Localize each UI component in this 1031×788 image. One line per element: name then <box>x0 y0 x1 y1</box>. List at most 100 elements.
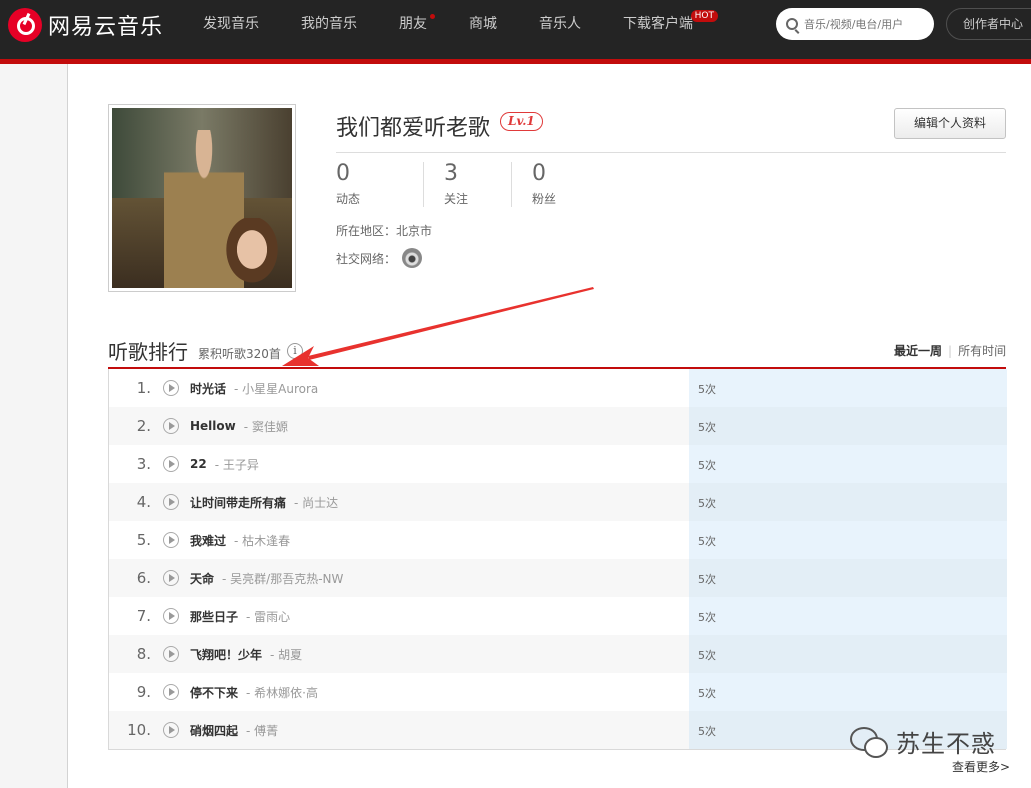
annotation-arrow-shaft <box>308 287 594 360</box>
song-title[interactable]: 天命 <box>190 570 214 587</box>
play-icon[interactable] <box>163 380 179 396</box>
song-artist[interactable]: - 希林娜依·高 <box>246 684 318 701</box>
play-count: 5次 <box>698 573 716 586</box>
nav-item-store[interactable]: 商城 <box>448 0 518 50</box>
social-label: 社交网络： <box>336 251 397 266</box>
watermark: 苏生不惑 <box>848 724 996 759</box>
song-title[interactable]: 那些日子 <box>190 608 238 625</box>
tab-separator: | <box>948 344 953 358</box>
nav-item-download-label: 下载客户端 <box>623 16 693 32</box>
play-icon[interactable] <box>163 418 179 434</box>
play-count-bar <box>689 597 1007 635</box>
table-row[interactable]: 1. 时光话 - 小星星Aurora 5次 <box>109 369 1007 407</box>
tab-last-week[interactable]: 最近一周 <box>894 344 942 358</box>
table-row[interactable]: 8. 飞翔吧！少年 - 胡夏 5次 <box>109 635 1007 673</box>
main-nav: 发现音乐 我的音乐 朋友 商城 音乐人 下载客户端 HOT <box>182 0 718 50</box>
rank-number: 4. <box>136 493 151 511</box>
song-title[interactable]: 时光话 <box>190 380 226 397</box>
play-icon[interactable] <box>163 494 179 510</box>
table-row[interactable]: 3. 22 - 王子异 5次 <box>109 445 1007 483</box>
play-count-bar <box>689 559 1007 597</box>
song-title[interactable]: 让时间带走所有痛 <box>190 494 286 511</box>
rank-number: 6. <box>136 569 151 587</box>
song-artist[interactable]: - 胡夏 <box>270 646 302 663</box>
nav-item-discover[interactable]: 发现音乐 <box>182 0 280 50</box>
left-margin <box>0 64 68 788</box>
ranking-tabs: 最近一周 | 所有时间 <box>894 342 1006 359</box>
play-count-bar <box>689 445 1007 483</box>
play-count-bar <box>689 369 1007 407</box>
play-icon[interactable] <box>163 684 179 700</box>
song-title[interactable]: Hellow <box>190 419 236 433</box>
song-artist[interactable]: - 吴亮群/那吾克热-NW <box>222 570 343 587</box>
level-badge[interactable]: Lv.1 <box>500 112 543 131</box>
play-count-bar <box>689 635 1007 673</box>
song-title[interactable]: 停不下来 <box>190 684 238 701</box>
stat-followers[interactable]: 0 粉丝 <box>511 162 599 207</box>
play-count: 5次 <box>698 535 716 548</box>
stat-following[interactable]: 3 关注 <box>423 162 511 207</box>
profile-page: 我们都爱听老歌 Lv.1 编辑个人资料 0 动态 3 关注 0 粉丝 所在地区：… <box>68 64 1031 788</box>
song-artist[interactable]: - 枯木逢春 <box>234 532 290 549</box>
play-icon[interactable] <box>163 570 179 586</box>
rank-number: 3. <box>136 455 151 473</box>
play-count: 5次 <box>698 459 716 472</box>
play-icon[interactable] <box>163 608 179 624</box>
creator-center-button[interactable]: 创作者中心 <box>946 8 1031 40</box>
stat-followers-label: 粉丝 <box>532 192 557 206</box>
ranking-subtitle: 累积听歌320首 <box>198 347 281 361</box>
play-count-bar <box>689 673 1007 711</box>
nav-item-my-music[interactable]: 我的音乐 <box>280 0 378 50</box>
netease-music-logo-icon <box>8 8 42 42</box>
table-row[interactable]: 9. 停不下来 - 希林娜依·高 5次 <box>109 673 1007 711</box>
play-icon[interactable] <box>163 456 179 472</box>
song-title[interactable]: 硝烟四起 <box>190 722 238 739</box>
play-count-bar <box>689 407 1007 445</box>
username: 我们都爱听老歌 <box>336 116 491 141</box>
search-box[interactable] <box>776 8 934 40</box>
table-row[interactable]: 2. Hellow - 窦佳嫄 5次 <box>109 407 1007 445</box>
table-row[interactable]: 4. 让时间带走所有痛 - 尚士达 5次 <box>109 483 1007 521</box>
tab-all-time[interactable]: 所有时间 <box>958 344 1006 358</box>
song-title[interactable]: 飞翔吧！少年 <box>190 646 262 663</box>
table-row[interactable]: 5. 我难过 - 枯木逢春 5次 <box>109 521 1007 559</box>
rank-number: 2. <box>136 417 151 435</box>
play-icon[interactable] <box>163 722 179 738</box>
play-count-bar <box>689 521 1007 559</box>
notification-dot <box>430 14 435 19</box>
table-row[interactable]: 7. 那些日子 - 雷雨心 5次 <box>109 597 1007 635</box>
nav-item-download-client[interactable]: 下载客户端 HOT <box>602 0 718 50</box>
stat-events[interactable]: 0 动态 <box>336 162 423 207</box>
nav-item-friends-label: 朋友 <box>399 16 427 32</box>
nav-item-friends[interactable]: 朋友 <box>378 0 448 50</box>
stat-following-count: 3 <box>444 161 458 186</box>
song-artist[interactable]: - 傅菁 <box>246 722 278 739</box>
rank-number: 10. <box>127 721 151 739</box>
song-artist[interactable]: - 雷雨心 <box>246 608 290 625</box>
stat-events-count: 0 <box>336 161 350 186</box>
nav-item-musician[interactable]: 音乐人 <box>518 0 602 50</box>
song-title[interactable]: 我难过 <box>190 532 226 549</box>
play-count: 5次 <box>698 725 716 738</box>
location-text: 所在地区：北京市 <box>336 224 433 238</box>
avatar[interactable] <box>112 108 292 288</box>
play-icon[interactable] <box>163 532 179 548</box>
play-count: 5次 <box>698 649 716 662</box>
song-artist[interactable]: - 尚士达 <box>294 494 338 511</box>
info-icon[interactable]: i <box>287 343 303 359</box>
table-row[interactable]: 6. 天命 - 吴亮群/那吾克热-NW 5次 <box>109 559 1007 597</box>
song-artist[interactable]: - 小星星Aurora <box>234 380 318 397</box>
song-artist[interactable]: - 王子异 <box>215 456 259 473</box>
play-count: 5次 <box>698 687 716 700</box>
watermark-text: 苏生不惑 <box>896 730 996 758</box>
social-networks: 社交网络： <box>336 248 423 268</box>
weibo-icon[interactable] <box>402 248 423 268</box>
play-count: 5次 <box>698 383 716 396</box>
search-input[interactable] <box>804 17 924 31</box>
play-icon[interactable] <box>163 646 179 662</box>
song-artist[interactable]: - 窦佳嫄 <box>244 418 288 435</box>
view-more-link[interactable]: 查看更多> <box>952 758 1010 775</box>
edit-profile-button[interactable]: 编辑个人资料 <box>894 108 1006 139</box>
song-title[interactable]: 22 <box>190 457 207 471</box>
logo[interactable]: 网易云音乐 <box>8 8 163 42</box>
